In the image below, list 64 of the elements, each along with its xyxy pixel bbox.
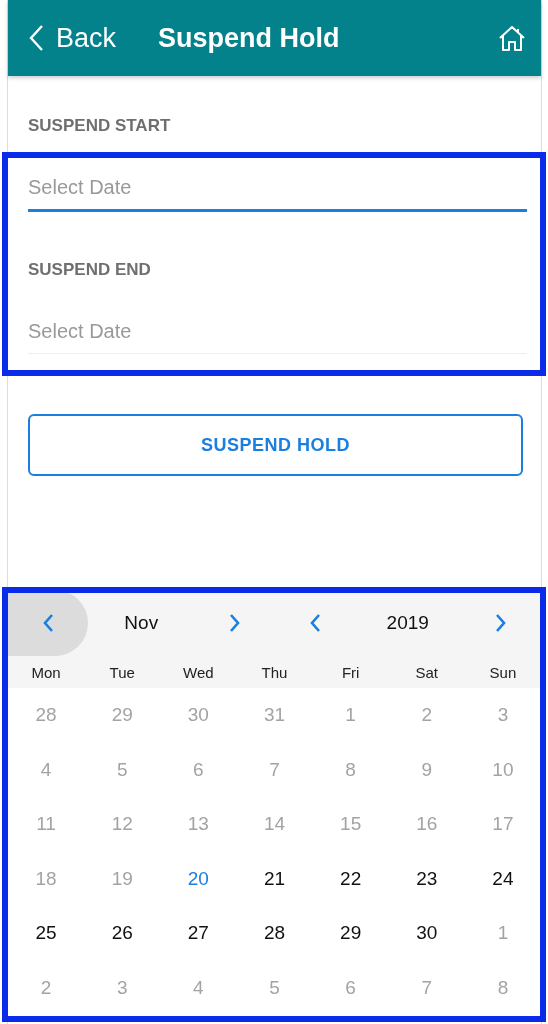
suspend-hold-button[interactable]: SUSPEND HOLD	[28, 414, 523, 476]
calendar-day[interactable]: 5	[116, 758, 128, 781]
calendar-day[interactable]: 25	[35, 922, 57, 945]
calendar-day[interactable]: 10	[492, 758, 514, 781]
field-label: SUSPEND END	[27, 260, 152, 281]
calendar-day[interactable]: 26	[111, 922, 133, 945]
calendar-day[interactable]: 20	[187, 867, 209, 890]
calendar-day[interactable]: 8	[497, 976, 509, 999]
calendar-day[interactable]: 5	[269, 976, 280, 999]
calendar-day[interactable]: 7	[421, 976, 433, 999]
calendar-day[interactable]: 28	[263, 922, 286, 945]
chevron-right-icon	[495, 613, 507, 633]
calendar-day[interactable]: 27	[187, 922, 209, 945]
calendar-day[interactable]: 13	[187, 813, 209, 836]
chevron-left-icon	[28, 24, 44, 52]
calendar-day[interactable]: 22	[340, 867, 362, 890]
calendar-day[interactable]: 16	[416, 813, 438, 836]
calendar-day[interactable]: 29	[340, 922, 362, 945]
weekday-label: Sat	[414, 663, 440, 681]
weekday-label: Sun	[488, 663, 518, 681]
calendar-day[interactable]: 2	[421, 704, 433, 727]
calendar-day[interactable]: 30	[187, 704, 209, 727]
calendar-day[interactable]: 11	[36, 813, 56, 836]
back-button[interactable]: Back	[28, 22, 117, 54]
weekday-label: Fri	[340, 663, 361, 681]
month-label: Nov	[123, 612, 160, 634]
calendar-day[interactable]: 3	[116, 976, 128, 999]
calendar-day[interactable]: 15	[340, 813, 362, 836]
field-label: SUSPEND START	[27, 116, 172, 137]
calendar-day[interactable]: 4	[193, 976, 204, 999]
calendar-day[interactable]: 17	[492, 813, 514, 836]
weekday-label: Mon	[30, 663, 62, 681]
calendar-day[interactable]: 8	[345, 758, 356, 781]
calendar-day[interactable]: 3	[497, 704, 509, 727]
calendar-day[interactable]: 12	[111, 813, 133, 836]
calendar-day[interactable]: 7	[269, 758, 280, 781]
calendar-day[interactable]: 1	[497, 922, 509, 945]
weekday-label: Tue	[108, 663, 136, 681]
calendar-day[interactable]: 28	[35, 704, 57, 727]
calendar-day[interactable]: 9	[421, 758, 433, 781]
chevron-left-icon	[308, 613, 321, 633]
calendar-day[interactable]: 2	[40, 976, 52, 999]
chevron-right-icon	[228, 613, 241, 633]
calendar-day[interactable]: 30	[416, 922, 438, 945]
page-title: Suspend Hold	[158, 22, 341, 54]
weekday-label: Thu	[260, 663, 289, 681]
calendar-day[interactable]: 6	[193, 758, 204, 781]
calendar-day[interactable]: 29	[111, 704, 133, 727]
calendar-day[interactable]: 6	[345, 976, 356, 999]
calendar-day[interactable]: 4	[40, 758, 52, 781]
previous-month-button[interactable]	[8, 590, 88, 656]
calendar-day[interactable]: 21	[263, 867, 286, 890]
home-icon[interactable]	[497, 24, 527, 52]
calendar-day[interactable]: 18	[35, 867, 57, 890]
calendar-day[interactable]: 23	[416, 867, 438, 890]
date-field[interactable]: Select Date	[28, 170, 527, 212]
year-label: 2019	[385, 612, 430, 634]
calendar-day[interactable]: 19	[111, 867, 133, 890]
calendar-day[interactable]: 1	[345, 704, 356, 727]
calendar-day[interactable]: 24	[492, 867, 514, 890]
chevron-left-icon	[42, 613, 54, 633]
calendar-day[interactable]: 14	[263, 813, 286, 836]
calendar-day[interactable]: 31	[263, 704, 286, 727]
weekday-label: Wed	[182, 663, 215, 681]
